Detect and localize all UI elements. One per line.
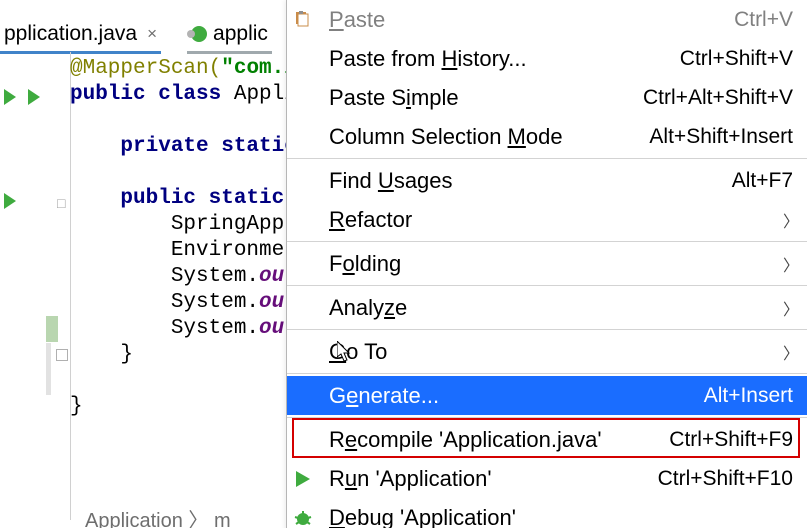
editor-code[interactable]: @MapperScan("com.i public class Appli pr… bbox=[70, 56, 297, 420]
menu-separator bbox=[287, 158, 807, 159]
menu-separator bbox=[287, 241, 807, 242]
menu-shortcut: Ctrl+Shift+F10 bbox=[658, 467, 793, 491]
code-token: } bbox=[70, 343, 133, 366]
code-token: System. bbox=[70, 265, 259, 288]
tab-label: applic bbox=[213, 22, 268, 46]
bug-icon bbox=[293, 508, 327, 528]
menu-folding[interactable]: Folding 〉 bbox=[287, 244, 807, 283]
menu-label: Column Selection Mode bbox=[329, 124, 641, 150]
fold-guide bbox=[46, 343, 51, 395]
chevron-right-icon: 〉 bbox=[783, 296, 793, 320]
tab-applic[interactable]: applic bbox=[187, 17, 272, 54]
code-token: public bbox=[70, 187, 196, 210]
code-token: class bbox=[146, 83, 222, 106]
menu-label: Generate... bbox=[329, 383, 696, 409]
chevron-right-icon: 〉 bbox=[783, 208, 793, 232]
menu-separator bbox=[287, 417, 807, 418]
menu-debug-application[interactable]: Debug 'Application' bbox=[287, 498, 807, 528]
menu-shortcut: Ctrl+Shift+V bbox=[680, 47, 793, 71]
code-token: private bbox=[70, 135, 209, 158]
run-icon[interactable] bbox=[28, 89, 40, 105]
menu-find-usages[interactable]: Find Usages Alt+F7 bbox=[287, 161, 807, 200]
menu-column-selection-mode[interactable]: Column Selection Mode Alt+Shift+Insert bbox=[287, 117, 807, 156]
menu-shortcut: Alt+F7 bbox=[732, 169, 793, 193]
menu-label: Analyze bbox=[329, 295, 783, 321]
close-icon[interactable]: × bbox=[147, 24, 157, 44]
tab-bar: pplication.java × applic bbox=[0, 18, 272, 52]
menu-analyze[interactable]: Analyze 〉 bbox=[287, 288, 807, 327]
code-token: SpringAppl bbox=[70, 213, 297, 236]
code-token: public bbox=[70, 83, 146, 106]
file-icon bbox=[191, 26, 207, 42]
code-token: System. bbox=[70, 291, 259, 314]
menu-separator bbox=[287, 373, 807, 374]
code-token: Environmen bbox=[70, 239, 297, 262]
chevron-right-icon: 〉 bbox=[783, 340, 793, 364]
menu-shortcut: Alt+Shift+Insert bbox=[649, 125, 793, 149]
menu-shortcut: Alt+Insert bbox=[704, 384, 793, 408]
menu-paste-simple[interactable]: Paste Simple Ctrl+Alt+Shift+V bbox=[287, 78, 807, 117]
code-token: static bbox=[196, 187, 284, 210]
menu-shortcut: Ctrl+Alt+Shift+V bbox=[643, 86, 793, 110]
menu-refactor[interactable]: Refactor 〉 bbox=[287, 200, 807, 239]
run-icon[interactable] bbox=[4, 89, 16, 105]
menu-label: Recompile 'Application.java' bbox=[329, 427, 661, 453]
menu-paste-from-history[interactable]: Paste from History... Ctrl+Shift+V bbox=[287, 39, 807, 78]
menu-label: Go To bbox=[329, 339, 783, 365]
breadcrumb[interactable]: Application 〉 m bbox=[85, 504, 231, 528]
change-marker bbox=[46, 316, 58, 342]
menu-label: Paste Simple bbox=[329, 85, 635, 111]
code-token: @MapperScan( bbox=[70, 57, 221, 80]
menu-go-to[interactable]: Go To 〉 bbox=[287, 332, 807, 371]
menu-run-application[interactable]: Run 'Application' Ctrl+Shift+F10 bbox=[287, 459, 807, 498]
chevron-right-icon: 〉 bbox=[783, 252, 793, 276]
run-icon bbox=[293, 469, 327, 489]
paste-icon bbox=[293, 11, 327, 29]
menu-shortcut: Ctrl+V bbox=[734, 8, 793, 32]
menu-separator bbox=[287, 329, 807, 330]
menu-label: Debug 'Application' bbox=[329, 505, 793, 528]
code-token: } bbox=[70, 395, 83, 418]
menu-label: Paste from History... bbox=[329, 46, 672, 72]
code-token: System. bbox=[70, 317, 259, 340]
menu-generate[interactable]: Generate... Alt+Insert bbox=[287, 376, 807, 415]
bookmark-icon: □ bbox=[57, 195, 65, 211]
editor-gutter: □ bbox=[0, 52, 71, 520]
run-icon[interactable] bbox=[4, 193, 16, 209]
menu-label: Paste bbox=[329, 7, 726, 33]
fold-end-icon[interactable] bbox=[56, 349, 68, 361]
tab-application-java[interactable]: pplication.java × bbox=[0, 17, 161, 54]
menu-recompile[interactable]: Recompile 'Application.java' Ctrl+Shift+… bbox=[287, 420, 807, 459]
tab-label: pplication.java bbox=[4, 22, 137, 46]
menu-label: Find Usages bbox=[329, 168, 724, 194]
menu-label: Refactor bbox=[329, 207, 783, 233]
menu-shortcut: Ctrl+Shift+F9 bbox=[669, 428, 793, 452]
menu-paste[interactable]: Paste Ctrl+V bbox=[287, 0, 807, 39]
menu-label: Folding bbox=[329, 251, 783, 277]
context-menu: Paste Ctrl+V Paste from History... Ctrl+… bbox=[286, 0, 807, 528]
menu-label: Run 'Application' bbox=[329, 466, 650, 492]
code-token: static bbox=[209, 135, 297, 158]
menu-separator bbox=[287, 285, 807, 286]
